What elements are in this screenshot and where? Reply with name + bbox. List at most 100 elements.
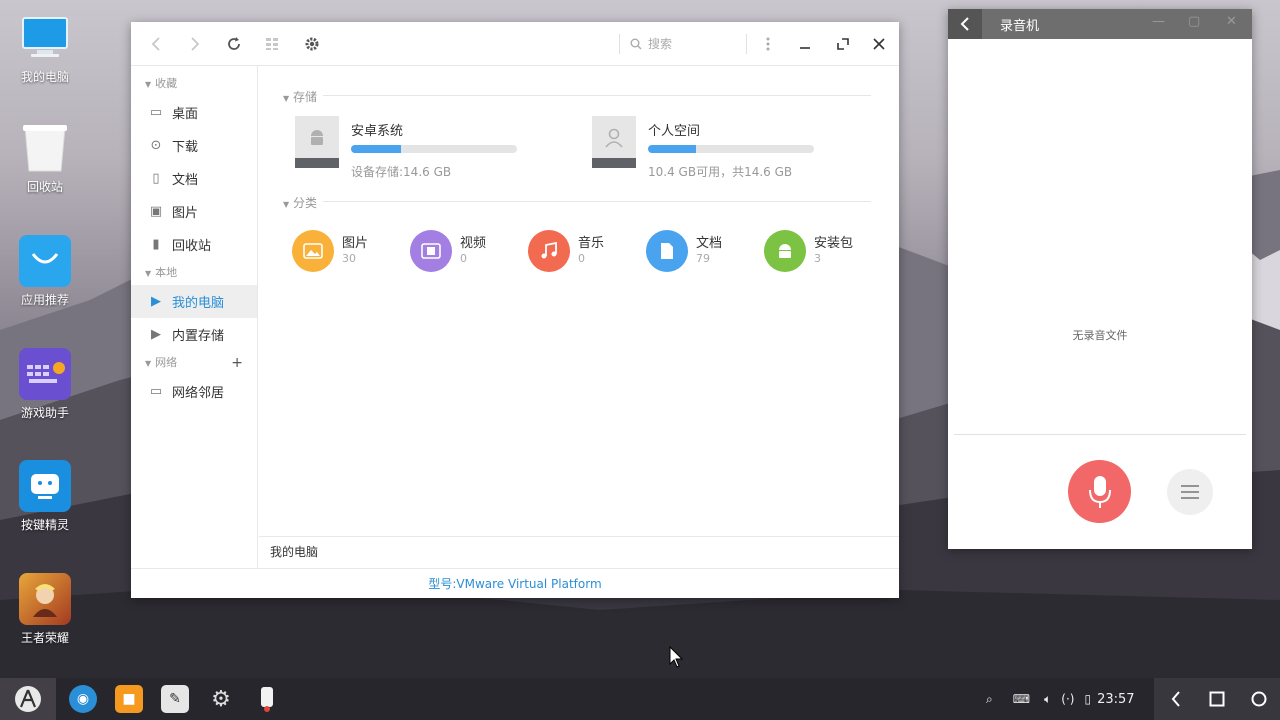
sidebar-section-network[interactable]: ▼ 网络 +	[131, 351, 257, 375]
network-icon: ▭	[149, 384, 163, 399]
taskbar-file-manager[interactable]: ■	[115, 685, 143, 713]
category-section-header[interactable]: ▼ 分类	[283, 194, 871, 211]
recorder-title: 录音机	[1000, 19, 1040, 34]
grid-icon	[266, 38, 278, 50]
robot-icon	[19, 460, 71, 512]
sidebar: ▼ 收藏 ▭ 桌面 ⊙ 下载 ▯ 文档 ▣ 图片 ▮ 回收站 ▼ 本地 ▶ 我的电脑 ▶ 内置存储…	[131, 66, 258, 568]
download-icon: ⊙	[150, 138, 162, 153]
taskbar-recorder[interactable]	[253, 685, 281, 713]
forward-button[interactable]	[183, 32, 207, 56]
category-music[interactable]: 音乐 0	[528, 228, 638, 272]
record-button[interactable]	[1068, 460, 1131, 523]
desktop-icon-label: 应用推荐	[20, 293, 69, 307]
desktop-icon-label: 我的电脑	[20, 70, 69, 84]
taskbar-browser[interactable]: ◉	[69, 685, 97, 713]
back-button[interactable]	[948, 9, 982, 39]
close-button[interactable]	[867, 32, 891, 56]
category-pictures[interactable]: 图片 30	[292, 228, 402, 272]
maximize-button[interactable]: ▢	[1188, 14, 1200, 29]
drive-usage-bar	[648, 145, 814, 153]
back-button[interactable]	[144, 32, 168, 56]
recorder-titlebar[interactable]: 录音机 — ▢ ✕	[948, 9, 1252, 39]
category-packages[interactable]: 安装包 3	[764, 228, 874, 272]
sidebar-section-local[interactable]: ▼ 本地	[131, 261, 257, 285]
desktop-icon-key-sprite[interactable]: 按键精灵	[14, 460, 76, 533]
file-manager-toolbar	[131, 22, 899, 66]
status-bar: 型号:VMware Virtual Platform	[131, 568, 899, 598]
sidebar-item-documents[interactable]: ▯ 文档	[131, 162, 257, 195]
nav-back-button[interactable]	[1166, 689, 1186, 709]
settings-button[interactable]	[300, 32, 324, 56]
battery-icon[interactable]: ▯	[1084, 692, 1091, 706]
taskbar-editor[interactable]: ✎	[161, 685, 189, 713]
category-name: 图片	[342, 236, 369, 251]
sidebar-section-favorites[interactable]: ▼ 收藏	[131, 72, 257, 96]
sidebar-item-downloads[interactable]: ⊙ 下载	[131, 129, 257, 162]
category-documents[interactable]: 文档 79	[646, 228, 756, 272]
network-signal-icon[interactable]: (·)	[1061, 692, 1074, 706]
drive-personal-space[interactable]: 个人空间 10.4 GB可用，共14.6 GB	[592, 116, 832, 180]
close-button[interactable]: ✕	[1226, 14, 1237, 29]
mouse-cursor-icon	[669, 646, 683, 668]
drive-name: 安卓系统	[351, 124, 404, 139]
volume-icon[interactable]: 🔈︎	[1044, 692, 1051, 707]
game-hero-icon	[19, 573, 71, 625]
sidebar-item-pictures[interactable]: ▣ 图片	[131, 195, 257, 228]
maximize-icon	[837, 38, 849, 50]
storage-section-header[interactable]: ▼ 存储	[283, 88, 871, 105]
drive-android-system[interactable]: 安卓系统 设备存储:14.6 GB	[295, 116, 535, 180]
breadcrumb-item[interactable]: 我的电脑	[270, 545, 318, 559]
breadcrumb[interactable]: 我的电脑	[259, 536, 899, 568]
category-count: 3	[814, 252, 821, 265]
sidebar-item-network-neighbors[interactable]: ▭ 网络邻居	[131, 375, 257, 408]
desktop-icon-app-store[interactable]: 应用推荐	[14, 235, 76, 308]
main-content: ▼ 存储 安卓系统 设备存储:14.6 GB 个人空间 10.4 GB可用，共1…	[259, 66, 899, 568]
refresh-button[interactable]	[222, 32, 246, 56]
section-title: 收藏	[155, 77, 178, 90]
view-mode-button[interactable]	[260, 32, 284, 56]
nav-home-button[interactable]	[1207, 689, 1227, 709]
sidebar-item-internal-storage[interactable]: ▶ 内置存储	[131, 318, 257, 351]
search-icon[interactable]: ⌕	[986, 692, 993, 707]
recordings-list-button[interactable]	[1167, 469, 1213, 515]
divider	[954, 434, 1246, 435]
minimize-button[interactable]: —	[1152, 14, 1165, 29]
search-input[interactable]	[648, 37, 738, 51]
desktop-icon-my-computer[interactable]: 我的电脑	[14, 12, 76, 85]
desktop-icon-recycle-bin[interactable]: 回收站	[14, 122, 76, 195]
sidebar-item-my-computer[interactable]: ▶ 我的电脑	[131, 285, 257, 318]
gear-icon: ⚙	[211, 686, 231, 712]
minimize-button[interactable]	[793, 32, 817, 56]
desktop-icon-label: 王者荣耀	[20, 631, 69, 645]
menu-icon	[1181, 485, 1199, 499]
desktop-icon-label: 按键精灵	[20, 518, 69, 532]
gear-icon	[305, 37, 319, 51]
sidebar-item-desktop[interactable]: ▭ 桌面	[131, 96, 257, 129]
triangle-right-icon: ▶	[151, 327, 161, 342]
navigation-bar	[1154, 678, 1280, 720]
category-name: 安装包	[814, 236, 854, 251]
android-icon	[295, 116, 339, 168]
empty-state-text: 无录音文件	[1072, 329, 1128, 342]
keyboard-icon[interactable]: ⌨	[1013, 692, 1030, 706]
sidebar-item-recycle-bin[interactable]: ▮ 回收站	[131, 228, 257, 261]
taskbar-settings[interactable]: ⚙	[207, 685, 235, 713]
search-box[interactable]	[619, 34, 747, 54]
desktop-icon-game-assistant[interactable]: 游戏助手	[14, 348, 76, 421]
store-bag-icon	[19, 235, 71, 287]
start-button[interactable]	[0, 678, 56, 720]
add-network-button[interactable]: +	[231, 351, 243, 375]
sidebar-item-label: 回收站	[172, 239, 212, 254]
recorder-app-icon	[261, 687, 273, 712]
trash-icon	[19, 122, 71, 174]
desktop-icon-honor-of-kings[interactable]: 王者荣耀	[14, 573, 76, 646]
category-videos[interactable]: 视频 0	[410, 228, 520, 272]
drive-info: 设备存储:14.6 GB	[351, 165, 452, 179]
desktop-icon: ▭	[149, 105, 163, 120]
chevron-left-icon	[151, 37, 160, 51]
more-options-button[interactable]	[756, 32, 780, 56]
triangle-down-icon: ▼	[145, 80, 152, 89]
nav-recents-button[interactable]	[1249, 689, 1269, 709]
clock[interactable]: 23:57	[1097, 692, 1134, 707]
maximize-button[interactable]	[831, 32, 855, 56]
